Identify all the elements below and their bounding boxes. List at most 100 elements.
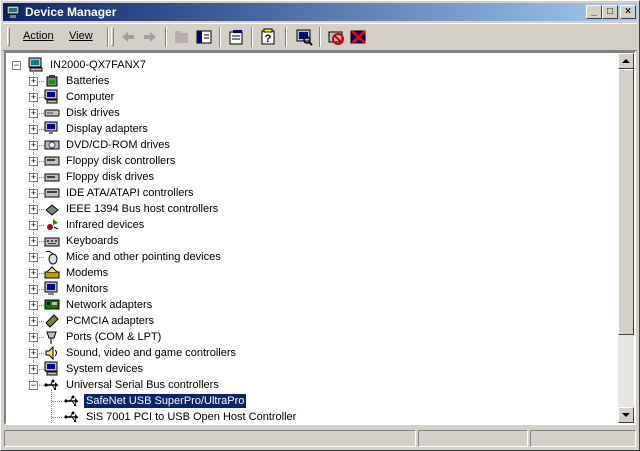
pcmcia-icon (44, 313, 60, 329)
tree-category-item[interactable]: Monitors (44, 281, 444, 297)
ieee1394-icon (44, 201, 60, 217)
expand-toggle-19[interactable]: − (29, 381, 38, 390)
tree-category-item[interactable]: DVD/CD-ROM drives (44, 137, 444, 153)
status-panel-main (4, 430, 416, 447)
tree-category-item[interactable]: Sound, video and game controllers (44, 345, 444, 361)
expand-toggle-12[interactable]: + (29, 269, 38, 278)
expand-toggle-8[interactable]: + (29, 205, 38, 214)
display-adapter-icon (44, 121, 60, 137)
scan-hardware-button[interactable] (295, 28, 313, 46)
expand-toggle-6[interactable]: + (29, 173, 38, 182)
title-bar[interactable]: Device Manager _ □ × (3, 3, 637, 21)
sound-icon (44, 345, 60, 361)
tree-category-label: Keyboards (66, 235, 119, 247)
tree-category-label: Batteries (66, 75, 110, 87)
expand-toggle-3[interactable]: + (29, 125, 38, 134)
port-icon (44, 329, 60, 345)
usb-device-item[interactable]: SafeNet USB SuperPro/UltraPro (64, 393, 464, 409)
tree-category-label: Floppy disk controllers (66, 155, 176, 167)
maximize-button[interactable]: □ (602, 5, 618, 19)
tree-category-label: PCMCIA adapters (66, 315, 155, 327)
tree-category-item[interactable]: Keyboards (44, 233, 444, 249)
expand-toggle-18[interactable]: + (29, 365, 38, 374)
scroll-up-button[interactable] (618, 53, 634, 69)
root-collapse-toggle[interactable]: − (12, 61, 21, 70)
tree-category-item[interactable]: Modems (44, 265, 444, 281)
tree-category-item[interactable]: Batteries (44, 73, 444, 89)
expand-toggle-2[interactable]: + (29, 109, 38, 118)
toolbar-grip[interactable] (111, 27, 114, 46)
tree-category-item[interactable]: IEEE 1394 Bus host controllers (44, 201, 444, 217)
tree-category-item[interactable]: Floppy disk drives (44, 169, 444, 185)
toolbar-separator (165, 27, 167, 47)
back-button[interactable] (119, 28, 137, 46)
tree-category-item[interactable]: Disk drives (44, 105, 444, 121)
close-button[interactable]: × (620, 5, 636, 19)
tree-category-label: Computer (66, 91, 115, 103)
toolbar-separator (251, 27, 253, 47)
tree-category-label: Disk drives (66, 107, 120, 119)
uninstall-button[interactable] (327, 28, 345, 46)
usb-device-label: SafeNet USB SuperPro/UltraPro (82, 393, 248, 409)
expand-toggle-16[interactable]: + (29, 333, 38, 342)
scroll-thumb[interactable] (618, 69, 634, 335)
properties-icon (229, 30, 243, 45)
tree-category-item[interactable]: Computer (44, 89, 444, 105)
minimize-button[interactable]: _ (586, 5, 602, 19)
expand-toggle-17[interactable]: + (29, 349, 38, 358)
tree-category-item[interactable]: Display adapters (44, 121, 444, 137)
toolbar-separator (285, 27, 287, 47)
tree-category-item[interactable]: Mice and other pointing devices (44, 249, 444, 265)
expand-toggle-13[interactable]: + (29, 285, 38, 294)
tree-category-item[interactable]: Network adapters (44, 297, 444, 313)
tree-category-item[interactable]: Ports (COM & LPT) (44, 329, 444, 345)
floppy-controller-icon (44, 153, 60, 169)
expand-toggle-14[interactable]: + (29, 301, 38, 310)
expand-toggle-7[interactable]: + (29, 189, 38, 198)
menu-view[interactable]: View (69, 30, 93, 42)
tree-category-label: IEEE 1394 Bus host controllers (66, 203, 219, 215)
tree-category-label: Infrared devices (66, 219, 145, 231)
tree-category-label: Sound, video and game controllers (66, 347, 236, 359)
tree-category-item[interactable]: System devices (44, 361, 444, 377)
arrow-up-icon (622, 59, 630, 63)
disable-button[interactable] (349, 28, 367, 46)
computer-root-icon (28, 57, 44, 73)
tree-category-item[interactable]: PCMCIA adapters (44, 313, 444, 329)
toolbar-separator (107, 27, 109, 47)
tree-category-item[interactable]: Universal Serial Bus controllers (44, 377, 444, 393)
infrared-icon (44, 217, 60, 233)
tree-category-item[interactable]: IDE ATA/ATAPI controllers (44, 185, 444, 201)
expand-toggle-9[interactable]: + (29, 221, 38, 230)
tree-category-label: Modems (66, 267, 109, 279)
window-title: Device Manager (25, 5, 117, 19)
scroll-down-button[interactable] (618, 407, 634, 423)
tree-category-label: Floppy disk drives (66, 171, 155, 183)
status-bar (3, 428, 637, 448)
expand-toggle-0[interactable]: + (29, 77, 38, 86)
toolbar-grip[interactable] (7, 27, 10, 46)
help-button[interactable]: ? (259, 28, 277, 46)
tree-category-label: DVD/CD-ROM drives (66, 139, 170, 151)
up-button[interactable] (173, 28, 191, 46)
tree-category-item[interactable]: Floppy disk controllers (44, 153, 444, 169)
expand-toggle-10[interactable]: + (29, 237, 38, 246)
expand-toggle-15[interactable]: + (29, 317, 38, 326)
vertical-scrollbar[interactable] (618, 53, 634, 423)
usb-device-item[interactable]: SiS 7001 PCI to USB Open Host Controller (64, 409, 464, 423)
tree-category-item[interactable]: Infrared devices (44, 217, 444, 233)
device-tree[interactable]: IN2000-QX7FANX7 − + Batteries + Computer + Di… (6, 53, 620, 423)
properties-button[interactable] (227, 28, 245, 46)
show-hide-tree-button[interactable] (195, 28, 213, 46)
tree-root[interactable]: IN2000-QX7FANX7 (28, 57, 328, 73)
expand-toggle-1[interactable]: + (29, 93, 38, 102)
forward-button[interactable] (141, 28, 159, 46)
device-manager-window: Device Manager _ □ × Action View ? IN200… (0, 0, 640, 451)
expand-toggle-11[interactable]: + (29, 253, 38, 262)
arrow-down-icon (622, 413, 630, 417)
tree-category-label: IDE ATA/ATAPI controllers (66, 187, 194, 199)
modem-icon (44, 265, 60, 281)
menu-action[interactable]: Action (23, 30, 54, 42)
expand-toggle-4[interactable]: + (29, 141, 38, 150)
expand-toggle-5[interactable]: + (29, 157, 38, 166)
